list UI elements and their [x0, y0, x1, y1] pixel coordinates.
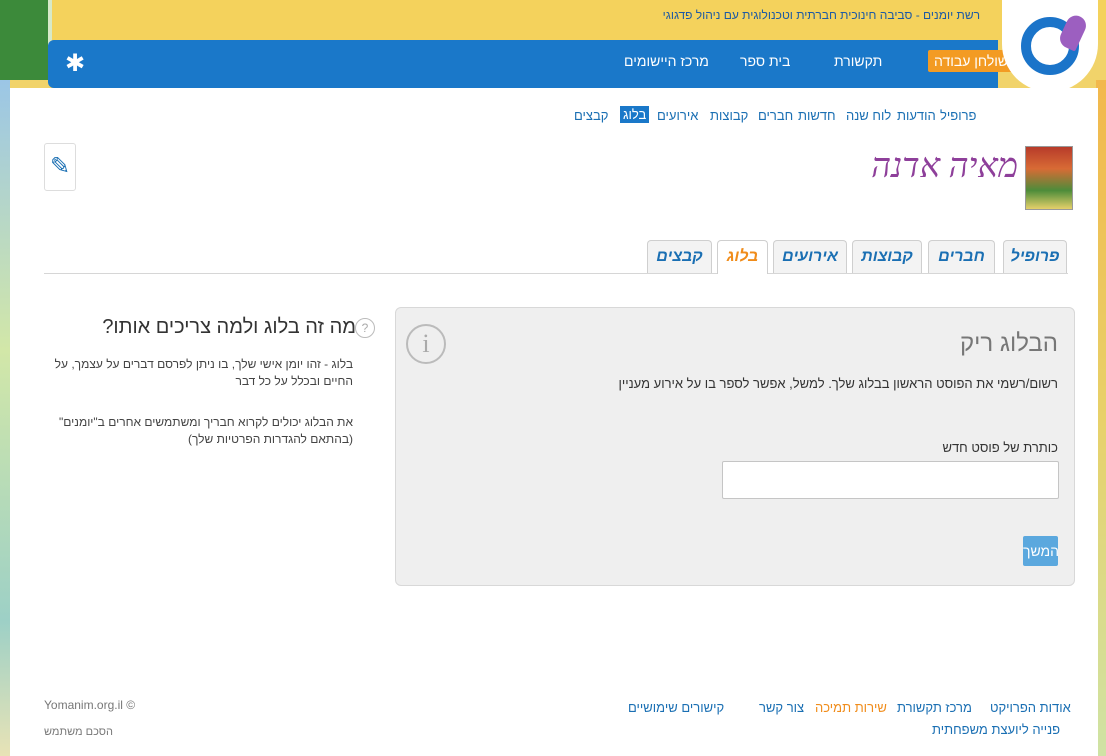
empty-blog-panel: i הבלוג ריק רשום/רשמי את הפוסט הראשון בב…: [395, 307, 1075, 586]
gear-icon[interactable]: ✱: [62, 51, 88, 77]
footer-link-family-counsel[interactable]: פנייה ליועצת משפחתית: [932, 722, 1060, 737]
logo-ring: [1021, 12, 1090, 75]
footer-link-support[interactable]: שירות תמיכה: [815, 700, 887, 715]
subnav-groups[interactable]: קבוצות: [710, 108, 748, 123]
tab-files[interactable]: קבצים: [647, 240, 712, 273]
nav-school[interactable]: בית ספר: [740, 53, 790, 69]
copyright: Yomanim.org.il ©: [44, 698, 136, 712]
main-content: פרופיל הודעות לוח שנה חדשות חברים קבוצות…: [10, 88, 1098, 756]
nav-communication[interactable]: תקשורת: [834, 53, 882, 69]
nav-desk[interactable]: שולחן עבודה: [928, 50, 1015, 72]
subnav-messages[interactable]: הודעות: [897, 108, 936, 123]
question-icon[interactable]: ?: [355, 318, 375, 338]
info-icon: i: [406, 324, 446, 364]
profile-name: מאיה אדנה: [871, 148, 1018, 185]
tab-blog[interactable]: בלוג: [717, 240, 768, 274]
blog-empty-description: רשום/רשמי את הפוסט הראשון בבלוג שלך. למש…: [618, 376, 1058, 391]
tab-groups[interactable]: קבוצות: [852, 240, 922, 273]
footer-link-about[interactable]: אודות הפרויקט: [990, 700, 1071, 715]
tab-divider: [44, 273, 1068, 274]
subnav-friends[interactable]: חברים: [758, 108, 793, 123]
footer-link-comm-center[interactable]: מרכז תקשורת: [897, 700, 972, 715]
left-decoration-stripes: [0, 80, 10, 756]
logo-leaf: [1056, 12, 1090, 52]
site-logo[interactable]: [1002, 0, 1098, 92]
post-title-label: כותרת של פוסט חדש: [942, 440, 1058, 455]
subnav-news[interactable]: חדשות: [798, 108, 836, 123]
subnav-profile[interactable]: פרופיל: [940, 108, 976, 123]
post-title-input[interactable]: [722, 461, 1059, 499]
main-nav-bar: ✱ שולחן עבודה תקשורת בית ספר מרכז היישומ…: [48, 40, 1015, 88]
help-title: מה זה בלוג ולמה צריכים אותו?: [102, 316, 356, 338]
terms-link[interactable]: הסכם משתמש: [44, 726, 113, 738]
blog-empty-title: הבלוג ריק: [959, 330, 1058, 357]
subnav-files[interactable]: קבצים: [574, 108, 608, 123]
subnav-calendar[interactable]: לוח שנה: [846, 108, 891, 123]
footer-link-useful-links[interactable]: קישורים שימושיים: [628, 700, 724, 715]
continue-button[interactable]: המשך: [1023, 536, 1059, 566]
site-tagline: רשת יומנים - סביבה חינוכית חברתית וטכנול…: [662, 8, 980, 22]
tab-events[interactable]: אירועים: [773, 240, 847, 273]
help-text-definition: בלוג - זהו יומן אישי שלך, בו ניתן לפרסם …: [54, 357, 353, 388]
pencil-icon[interactable]: ✎: [44, 143, 76, 191]
tab-friends[interactable]: חברים: [928, 240, 995, 273]
footer-link-contact[interactable]: צור קשר: [759, 700, 804, 715]
tab-profile[interactable]: פרופיל: [1003, 240, 1067, 273]
profile-picture[interactable]: [1025, 146, 1073, 210]
help-text-privacy: את הבלוג יכולים לקרוא חבריך ומשתמשים אחר…: [59, 415, 353, 446]
nav-app-center[interactable]: מרכז היישומים: [624, 53, 709, 69]
left-decoration: [0, 0, 52, 80]
subnav-events[interactable]: אירועים: [657, 108, 698, 123]
subnav-blog[interactable]: בלוג: [620, 106, 650, 123]
